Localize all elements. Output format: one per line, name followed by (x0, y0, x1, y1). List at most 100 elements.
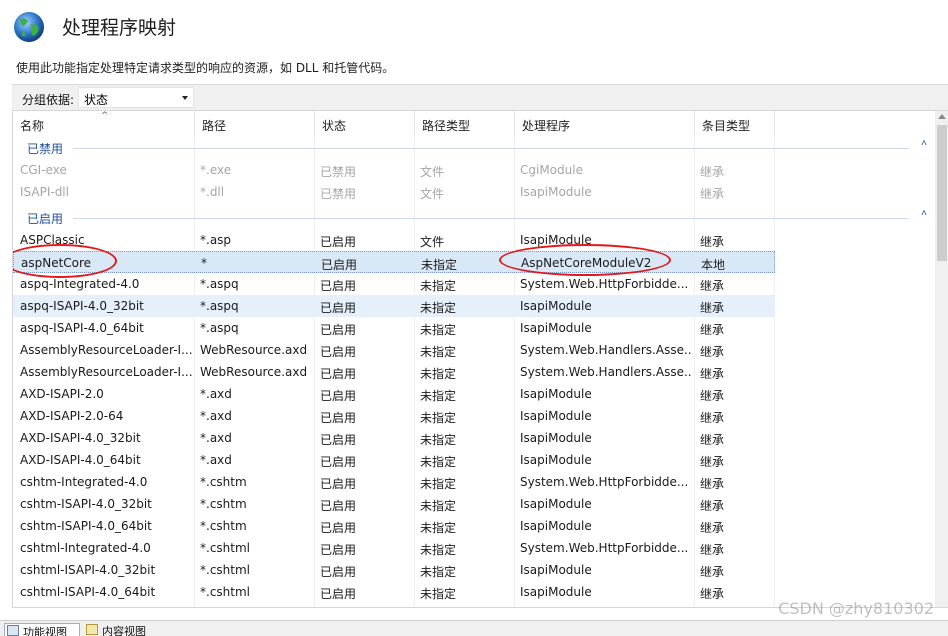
table-row[interactable]: cshtml-ISAPI-4.0_64bit *.cshtml 已启用 未指定 Isap… (13, 581, 775, 603)
table-cell: 未指定 (420, 521, 457, 535)
column-header-state[interactable]: 状态 (315, 111, 415, 137)
table-cell: 已启用 (320, 477, 357, 491)
table-cell: 继承 (700, 301, 725, 315)
column-header-handler[interactable]: 处理程序 (515, 111, 695, 137)
group-by-select[interactable]: 状态 (78, 87, 194, 108)
page-title: 处理程序映射 (62, 17, 177, 39)
table-cell: AssemblyResourceLoader-I... (20, 343, 193, 357)
globe-icon (14, 12, 44, 42)
table-row[interactable]: aspNetCore * 已启用 未指定 AspNetCoreModuleV2 本地 (13, 251, 775, 273)
table-cell: 已启用 (320, 543, 357, 557)
table-cell: *.cshtm (200, 497, 247, 511)
handler-mappings-list[interactable]: 名称 ^ 路径 状态 路径类型 处理程序 条目类型 已禁用 ˄ CGI-exe *.e… (12, 110, 948, 608)
table-row[interactable]: ISAPI-dll *.dll 已禁用 文件 IsapiModule 继承 (13, 181, 775, 203)
table-cell: 已禁用 (320, 165, 357, 179)
column-header-path-type[interactable]: 路径类型 (415, 111, 515, 137)
table-cell: 未指定 (420, 301, 457, 315)
table-cell: 继承 (700, 565, 725, 579)
table-cell: 已启用 (320, 323, 357, 337)
table-cell: 继承 (700, 389, 725, 403)
table-cell: WebResource.axd (200, 343, 308, 357)
tab-content-view[interactable]: 内容视图 (84, 623, 160, 636)
table-cell: 继承 (700, 543, 725, 557)
table-row[interactable]: CGI-exe *.exe 已禁用 文件 CgiModule 继承 (13, 159, 775, 181)
collapse-chevron-icon[interactable]: ˄ (921, 138, 927, 149)
table-cell: 继承 (700, 165, 725, 179)
tab-features-view[interactable]: 功能视图 (4, 623, 80, 636)
table-cell: 已启用 (320, 455, 357, 469)
table-cell: aspq-ISAPI-4.0_32bit (20, 299, 144, 313)
sort-up-icon: ^ (101, 111, 109, 121)
table-cell: 继承 (700, 587, 725, 601)
table-cell: IsapiModule (520, 585, 592, 599)
table-row[interactable]: AssemblyResourceLoader-I... WebResource.a… (13, 339, 775, 361)
table-cell: 未指定 (420, 367, 457, 381)
table-cell: *.cshtm (200, 519, 247, 533)
table-row[interactable]: cshtm-Integrated-4.0 *.cshtm 已启用 未指定 System.… (13, 471, 775, 493)
table-cell: cshtm-Integrated-4.0 (20, 475, 148, 489)
table-cell: 未指定 (420, 323, 457, 337)
table-cell: 继承 (700, 187, 725, 201)
table-row[interactable]: cshtml-Integrated-4.0 *.cshtml 已启用 未指定 Syste… (13, 537, 775, 559)
table-row[interactable]: cshtm-ISAPI-4.0_64bit *.cshtm 已启用 未指定 IsapiM… (13, 515, 775, 537)
scroll-thumb[interactable] (937, 125, 947, 261)
table-cell: System.Web.Handlers.Asse... (520, 343, 692, 357)
table-cell: 继承 (700, 345, 725, 359)
table-cell: *.axd (200, 453, 232, 467)
table-cell: ISAPI-dll (20, 185, 69, 199)
table-row[interactable]: cshtm-ISAPI-4.0_32bit *.cshtm 已启用 未指定 IsapiM… (13, 493, 775, 515)
table-row[interactable]: AXD-ISAPI-4.0_32bit *.axd 已启用 未指定 IsapiModul… (13, 427, 775, 449)
table-cell: 已启用 (320, 499, 357, 513)
table-cell: CGI-exe (20, 163, 67, 177)
table-cell: 继承 (700, 235, 725, 249)
table-cell: IsapiModule (520, 563, 592, 577)
table-cell: 已禁用 (320, 187, 357, 201)
watermark: CSDN @zhy810302 (778, 599, 934, 618)
table-row[interactable]: AXD-ISAPI-4.0_64bit *.axd 已启用 未指定 IsapiModul… (13, 449, 775, 471)
table-cell: 已启用 (320, 279, 357, 293)
table-cell: cshtml-ISAPI-4.0_32bit (20, 563, 156, 577)
table-cell: 未指定 (420, 565, 457, 579)
table-cell: 未指定 (420, 499, 457, 513)
table-row[interactable]: aspq-Integrated-4.0 *.aspq 已启用 未指定 System.We… (13, 273, 775, 295)
table-cell: System.Web.HttpForbidde... (520, 277, 689, 291)
table-cell: 未指定 (420, 543, 457, 557)
table-cell: 未指定 (420, 389, 457, 403)
column-header-path[interactable]: 路径 (195, 111, 315, 137)
table-cell: 未指定 (420, 433, 457, 447)
table-row[interactable]: ASPClassic *.asp 已启用 文件 IsapiModule 继承 (13, 229, 775, 251)
group-header-disabled[interactable]: 已禁用 ˄ (13, 137, 935, 159)
vertical-scrollbar[interactable] (935, 111, 948, 607)
column-header-row: 名称 ^ 路径 状态 路径类型 处理程序 条目类型 (13, 111, 948, 137)
table-cell: *.dll (200, 185, 225, 199)
table-row[interactable]: aspq-ISAPI-4.0_32bit *.aspq 已启用 未指定 IsapiMod… (13, 295, 775, 317)
table-cell: AXD-ISAPI-2.0-64 (20, 409, 124, 423)
table-cell: aspNetCore (21, 256, 92, 270)
group-header-enabled[interactable]: 已启用 ˄ (13, 207, 935, 229)
group-by-value: 状态 (84, 93, 109, 107)
chevron-down-icon (182, 96, 188, 100)
table-cell: 继承 (700, 521, 725, 535)
table-row[interactable]: AXD-ISAPI-2.0 *.axd 已启用 未指定 IsapiModule 继承 (13, 383, 775, 405)
table-cell: IsapiModule (520, 387, 592, 401)
table-cell: aspq-Integrated-4.0 (20, 277, 140, 291)
table-cell: AXD-ISAPI-2.0 (20, 387, 104, 401)
content-view-icon (86, 624, 98, 635)
table-cell: *.axd (200, 387, 232, 401)
table-cell: 已启用 (320, 521, 357, 535)
table-cell: 已启用 (320, 345, 357, 359)
table-row[interactable]: AssemblyResourceLoader-I... WebResource.a… (13, 361, 775, 383)
scroll-up-icon[interactable] (938, 114, 946, 119)
table-row[interactable]: cshtml-ISAPI-4.0_32bit *.cshtml 已启用 未指定 Isap… (13, 559, 775, 581)
column-header-name[interactable]: 名称 ^ (13, 111, 195, 137)
table-cell: 文件 (420, 187, 445, 201)
table-cell: *.axd (200, 431, 232, 445)
column-header-entry-type[interactable]: 条目类型 (695, 111, 775, 137)
table-row[interactable]: AXD-ISAPI-2.0-64 *.axd 已启用 未指定 IsapiModule 继承 (13, 405, 775, 427)
collapse-chevron-icon[interactable]: ˄ (921, 208, 927, 219)
table-cell: *.cshtml (200, 563, 250, 577)
table-row[interactable]: aspq-ISAPI-4.0_64bit *.aspq 已启用 未指定 IsapiMod… (13, 317, 775, 339)
table-cell: 已启用 (320, 389, 357, 403)
table-cell: 未指定 (420, 279, 457, 293)
table-cell: 继承 (700, 499, 725, 513)
